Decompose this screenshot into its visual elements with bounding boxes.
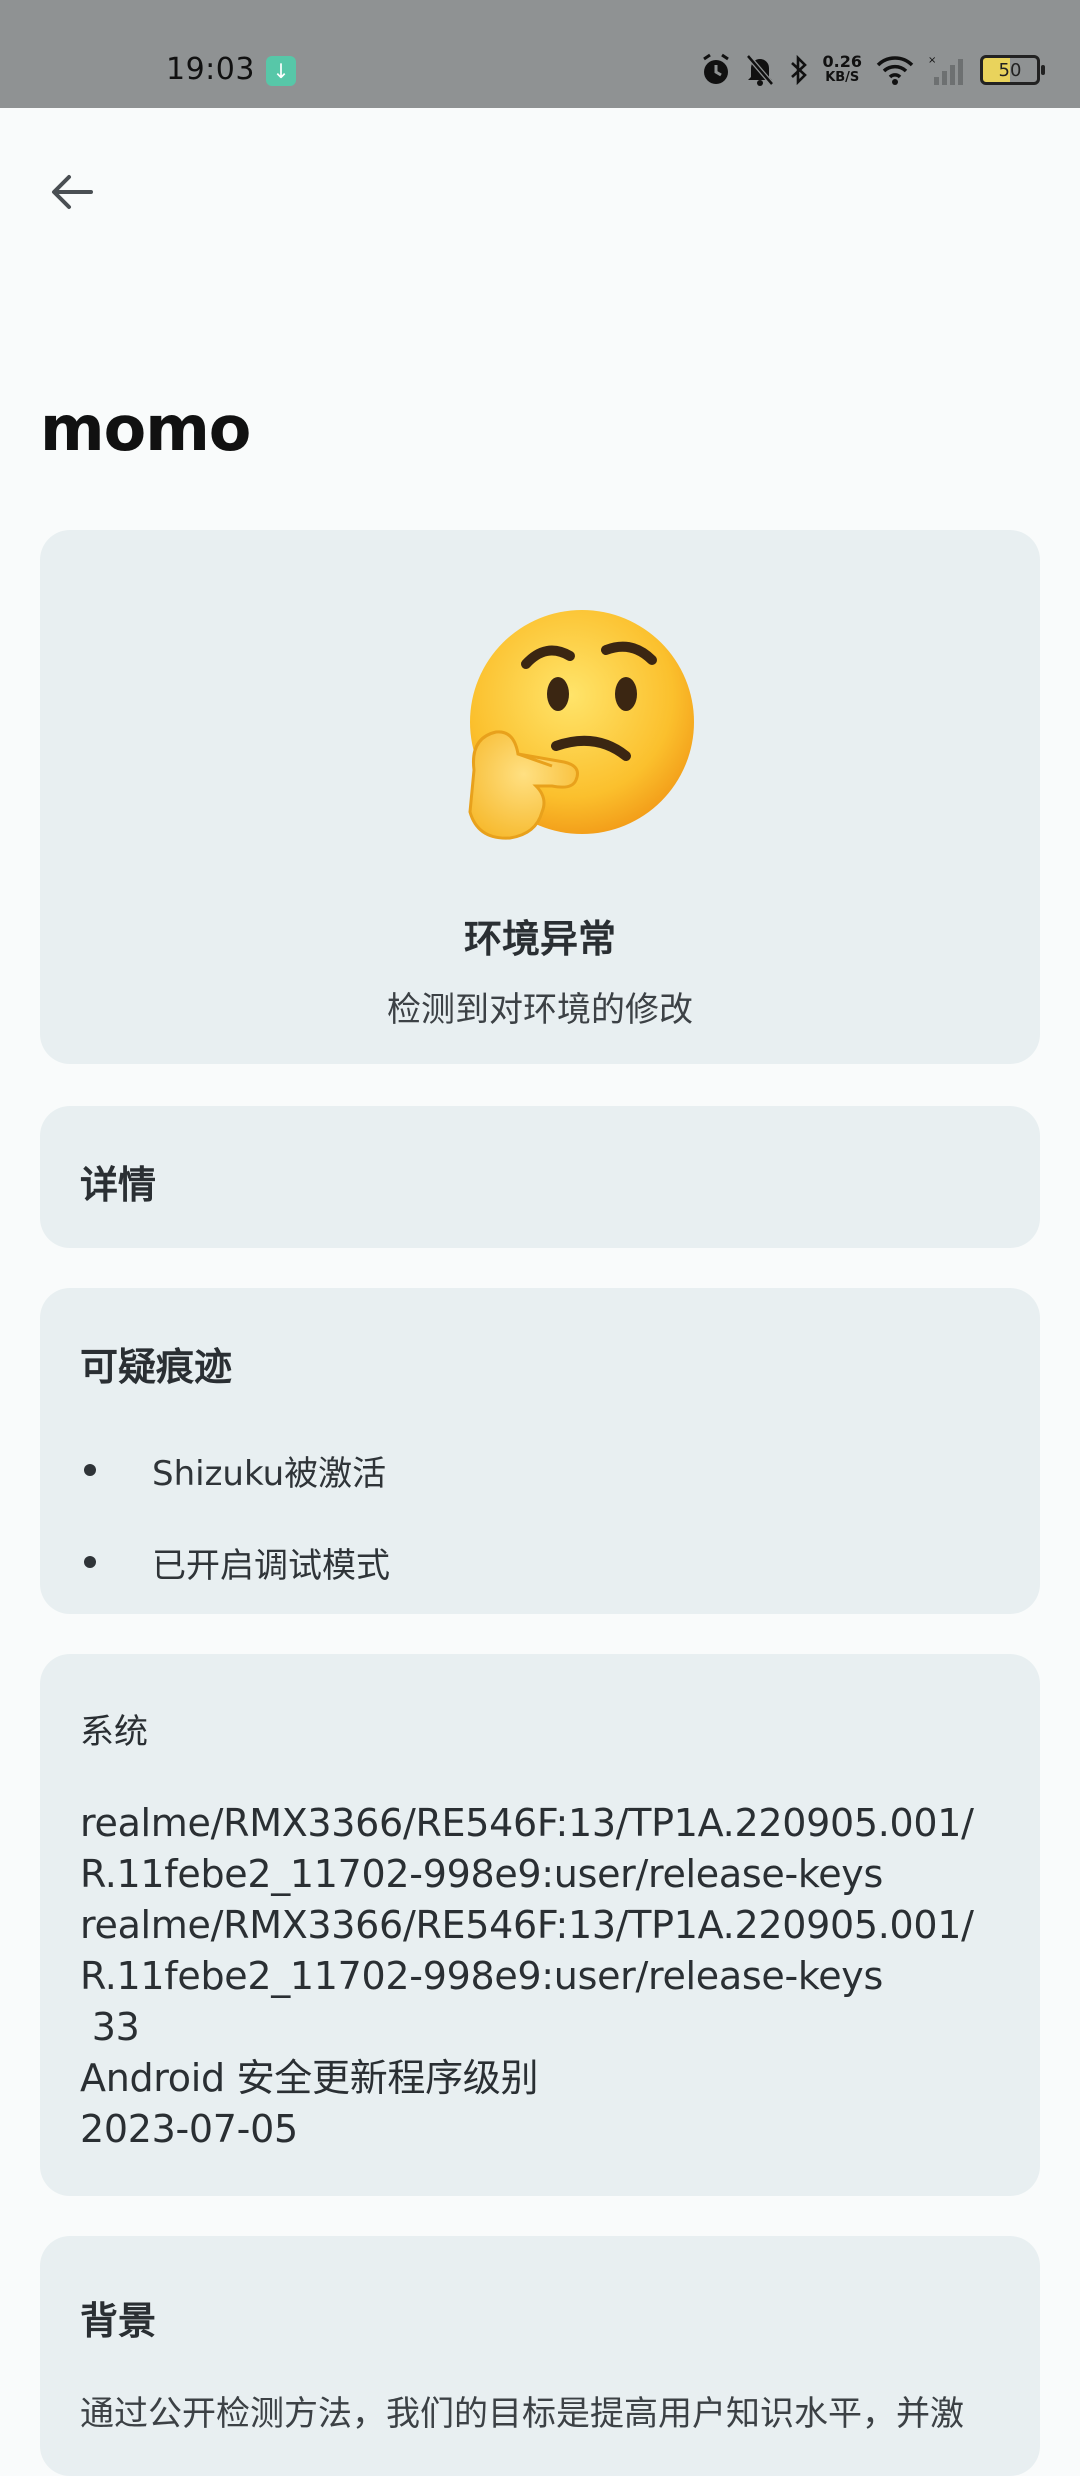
download-icon: ↓ [266, 56, 296, 86]
background-card: 背景 通过公开检测方法，我们的目标是提高用户知识水平，并激 [40, 2236, 1040, 2476]
system-info: realme/RMX3366/RE546F:13/TP1A.220905.001… [80, 1798, 1020, 2155]
system-line: realme/RMX3366/RE546F:13/TP1A.220905.001… [80, 1903, 974, 1947]
status-time: 19:03 [166, 52, 255, 87]
system-title: 系统 [80, 1712, 148, 1752]
mute-bell-icon [745, 54, 774, 86]
back-button[interactable] [40, 160, 104, 224]
traces-title: 可疑痕迹 [80, 1345, 233, 1389]
system-line: 33 [80, 2005, 140, 2049]
arrow-left-icon [52, 175, 93, 209]
page-title: momo [40, 392, 251, 465]
battery-icon: 50 [980, 55, 1045, 85]
wifi-icon [876, 56, 914, 85]
system-line: 2023-07-05 [80, 2107, 298, 2151]
cellular-signal-icon: × [928, 55, 963, 85]
details-title: 详情 [80, 1163, 157, 1207]
details-card[interactable]: 详情 [40, 1106, 1040, 1248]
trace-label: Shizuku被激活 [152, 1453, 387, 1494]
system-line: Android 安全更新程序级别 [80, 2056, 539, 2100]
bullet-icon [84, 1556, 96, 1568]
network-speed: 0.26 KB/S [823, 54, 862, 86]
list-item: Shizuku被激活 [80, 1424, 1000, 1516]
suspicious-traces-card: 可疑痕迹 Shizuku被激活 已开启调试模式 [40, 1288, 1040, 1614]
trace-label: 已开启调试模式 [152, 1545, 390, 1586]
status-bar: 19:03 ↓ 0.26 KB/S × 50 [0, 0, 1080, 108]
alarm-icon [702, 53, 729, 84]
system-line: R.11febe2_11702-998e9:user/release-keys [80, 1954, 883, 1998]
system-line: R.11febe2_11702-998e9:user/release-keys [80, 1852, 883, 1896]
background-text: 通过公开检测方法，我们的目标是提高用户知识水平，并激 [80, 2394, 964, 2434]
status-icons: 0.26 KB/S × 50 [701, 52, 1045, 88]
status-title: 环境异常 [463, 917, 616, 961]
svg-text:×: × [928, 55, 936, 66]
bluetooth-icon [790, 54, 807, 86]
system-card: 系统 realme/RMX3366/RE546F:13/TP1A.220905.… [40, 1654, 1040, 2196]
thinking-face-icon [456, 606, 700, 850]
system-line: realme/RMX3366/RE546F:13/TP1A.220905.001… [80, 1801, 974, 1845]
list-item: 已开启调试模式 [80, 1516, 1000, 1608]
environment-status-card: 环境异常 检测到对环境的修改 [40, 530, 1040, 1064]
status-subtitle: 检测到对环境的修改 [387, 990, 693, 1030]
bullet-icon [84, 1464, 96, 1476]
battery-level: 50 [998, 59, 1022, 81]
trace-list: Shizuku被激活 已开启调试模式 [80, 1424, 1000, 1608]
background-title: 背景 [80, 2299, 157, 2343]
network-speed-unit: KB/S [825, 70, 860, 85]
network-speed-value: 0.26 [822, 52, 862, 71]
